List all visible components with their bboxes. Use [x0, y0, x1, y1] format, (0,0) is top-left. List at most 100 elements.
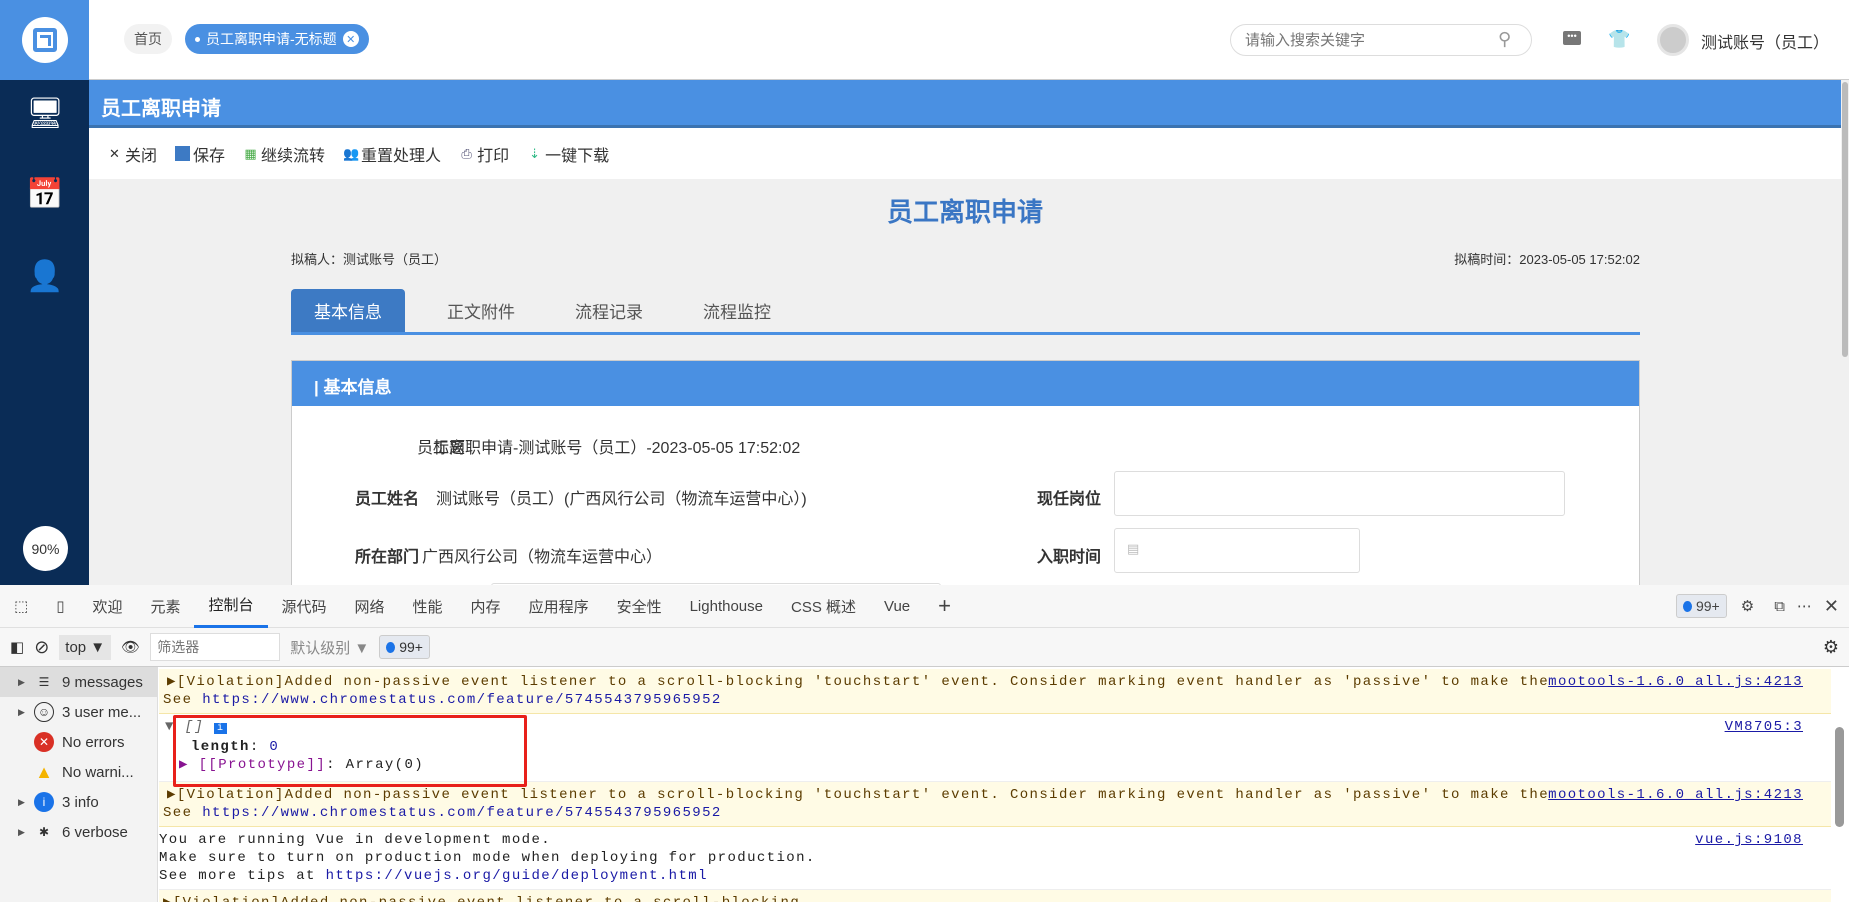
- save-button[interactable]: 保存: [175, 142, 225, 166]
- console-issues-badge[interactable]: 99+: [379, 635, 430, 659]
- continue-label: 继续流转: [261, 147, 326, 165]
- name-value: 测试账号（员工）(广西风行公司（物流车运营中心）): [436, 491, 807, 508]
- vue-docs-link[interactable]: https://vuejs.org/guide/deployment.html: [326, 868, 708, 884]
- filter-label: No warni...: [62, 763, 134, 781]
- print-icon: ⎙: [461, 146, 472, 161]
- calendar-icon[interactable]: 📅: [24, 176, 66, 212]
- devtools-tabs: ⬚ ▯ 欢迎 元素 控制台 源代码 网络 性能 内存 应用程序 安全性 Ligh…: [0, 585, 1849, 628]
- message-icon: [1682, 600, 1692, 612]
- tab-flow-records[interactable]: 流程记录: [545, 289, 673, 332]
- violation-link[interactable]: https://www.chromestatus.com/feature/574…: [202, 692, 721, 708]
- avatar[interactable]: [1657, 24, 1689, 56]
- settings-icon[interactable]: ⚙: [1727, 585, 1768, 628]
- close-label: 关闭: [125, 147, 158, 165]
- tab-attachments[interactable]: 正文附件: [417, 289, 545, 332]
- more-icon[interactable]: ⋯: [1791, 585, 1818, 628]
- search-input[interactable]: [1230, 24, 1532, 56]
- dt-tab-css-overview[interactable]: CSS 概述: [777, 585, 870, 628]
- issues-badge[interactable]: 99+: [1675, 594, 1727, 618]
- filter-info[interactable]: ▶ i 3 info: [0, 787, 157, 817]
- context-select[interactable]: top ▼: [59, 634, 112, 660]
- dt-tab-network[interactable]: 网络: [341, 585, 399, 628]
- filter-messages[interactable]: ▶ ☰ 9 messages: [0, 667, 157, 697]
- join-date-input[interactable]: ▤: [1114, 528, 1360, 573]
- console-scrollbar[interactable]: [1831, 667, 1849, 902]
- close-icon: ✕: [109, 146, 120, 161]
- highlight-annotation-box: [173, 715, 527, 787]
- search-icon[interactable]: ⚲: [1498, 29, 1511, 50]
- close-devtools-icon[interactable]: ✕: [1818, 585, 1849, 628]
- filter-errors[interactable]: ✕ No errors: [0, 727, 157, 757]
- form-tabs: 基本信息 正文附件 流程记录 流程监控: [291, 289, 1640, 335]
- dt-tab-lighthouse[interactable]: Lighthouse: [676, 585, 777, 628]
- inspect-icon[interactable]: ⬚: [0, 585, 42, 628]
- download-all-button[interactable]: ⇣ 一键下载: [527, 142, 609, 166]
- dot-icon: [195, 36, 200, 42]
- app-logo[interactable]: [22, 17, 68, 63]
- console-row-violation: ▶[Violation]Added non-passive event list…: [159, 669, 1831, 714]
- bug-icon: ✱: [38, 825, 50, 839]
- log-level-select[interactable]: 默认级别 ▼: [290, 637, 369, 658]
- tab-active-form[interactable]: 员工离职申请-无标题 ✕: [185, 24, 369, 54]
- message-icon[interactable]: •••: [1563, 31, 1581, 45]
- logo-area: [0, 0, 89, 80]
- source-link[interactable]: mootools-1.6.0_all.js:4213: [1548, 786, 1803, 804]
- issues-count: 99+: [1695, 598, 1720, 614]
- tab-basic-info[interactable]: 基本信息: [291, 289, 405, 332]
- dt-tab-security[interactable]: 安全性: [603, 585, 676, 628]
- continue-flow-button[interactable]: ▦ 继续流转: [243, 142, 325, 166]
- dt-tab-performance[interactable]: 性能: [399, 585, 457, 628]
- clear-console-icon[interactable]: ⊘: [34, 637, 49, 658]
- tab-flow-monitor[interactable]: 流程监控: [673, 289, 801, 332]
- form-toolbar: ✕ 关闭 保存 ▦ 继续流转 👥 重置处理人 ⎙ 打印 ⇣ 一键下载: [89, 128, 1841, 179]
- page-scrollbar[interactable]: [1841, 80, 1849, 585]
- reset-handler-button[interactable]: 👥 重置处理人: [343, 142, 441, 166]
- dt-tab-elements[interactable]: 元素: [136, 585, 194, 628]
- add-tab-icon[interactable]: +: [924, 585, 965, 628]
- customize-icon[interactable]: ⧉: [1768, 585, 1791, 628]
- print-button[interactable]: ⎙ 打印: [459, 142, 509, 166]
- source-link[interactable]: vue.js:9108: [1695, 831, 1803, 849]
- dt-tab-application[interactable]: 应用程序: [515, 585, 603, 628]
- dt-tab-console[interactable]: 控制台: [194, 585, 268, 628]
- print-label: 打印: [477, 147, 510, 165]
- zoom-badge[interactable]: 90%: [23, 526, 68, 571]
- vue-line-1: You are running Vue in development mode.: [159, 832, 552, 848]
- filter-warnings[interactable]: ▲ No warni...: [0, 757, 157, 787]
- console-row-vue: You are running Vue in development mode.…: [159, 827, 1831, 890]
- tab-label: 员工离职申请-无标题: [206, 31, 337, 47]
- device-toggle-icon[interactable]: ▯: [42, 585, 78, 628]
- close-button[interactable]: ✕ 关闭: [107, 142, 157, 166]
- theme-shirt-icon[interactable]: 👕: [1608, 29, 1630, 50]
- violation-link[interactable]: https://www.chromestatus.com/feature/574…: [202, 805, 721, 821]
- console-settings-icon[interactable]: ⚙: [1823, 637, 1839, 658]
- source-link[interactable]: VM8705:3: [1725, 718, 1803, 736]
- top-header: 首页 员工离职申请-无标题 ✕ ⚲ ••• 👕 测试账号（员工）: [0, 0, 1849, 80]
- dt-tab-sources[interactable]: 源代码: [268, 585, 341, 628]
- live-expression-icon[interactable]: 👁: [121, 638, 140, 656]
- user-name[interactable]: 测试账号（员工）: [1701, 29, 1829, 53]
- monitor-user-icon[interactable]: 🖥: [24, 95, 66, 131]
- source-link[interactable]: mootools-1.6.0_all.js:4213: [1548, 673, 1803, 691]
- dt-tab-welcome[interactable]: 欢迎: [78, 585, 136, 628]
- post-label: 现任岗位: [1037, 491, 1102, 508]
- users-icon: 👥: [343, 146, 360, 161]
- filter-verbose[interactable]: ▶ ✱ 6 verbose: [0, 817, 157, 847]
- vue-line-3: See more tips at: [159, 868, 326, 884]
- sidebar-toggle-icon[interactable]: ◧: [10, 638, 24, 656]
- post-input[interactable]: [1114, 471, 1565, 516]
- dt-tab-memory[interactable]: 内存: [457, 585, 515, 628]
- dt-tab-vue[interactable]: Vue: [870, 585, 924, 628]
- tab-home[interactable]: 首页: [124, 24, 172, 54]
- filter-user-messages[interactable]: ▶ ☺ 3 user me...: [0, 697, 157, 727]
- console-row-violation: ▶[Violation]Added non-passive event list…: [159, 782, 1831, 827]
- close-tab-icon[interactable]: ✕: [342, 31, 359, 47]
- form-title: 员工离职申请: [886, 197, 1043, 227]
- title-value-text: 员工离职申请-测试账号（员工）-2023-05-05 17:52:02: [417, 440, 801, 457]
- filter-input[interactable]: [150, 633, 281, 661]
- user-settings-icon[interactable]: 👤: [24, 258, 66, 294]
- draft-time: 拟稿时间：2023-05-05 17:52:02: [1454, 252, 1640, 267]
- console-sidebar: ▶ ☰ 9 messages ▶ ☺ 3 user me... ✕ No errors ▲…: [0, 667, 158, 902]
- join-date-label: 入职时间: [1037, 549, 1102, 566]
- warning-icon: ▲: [35, 761, 53, 782]
